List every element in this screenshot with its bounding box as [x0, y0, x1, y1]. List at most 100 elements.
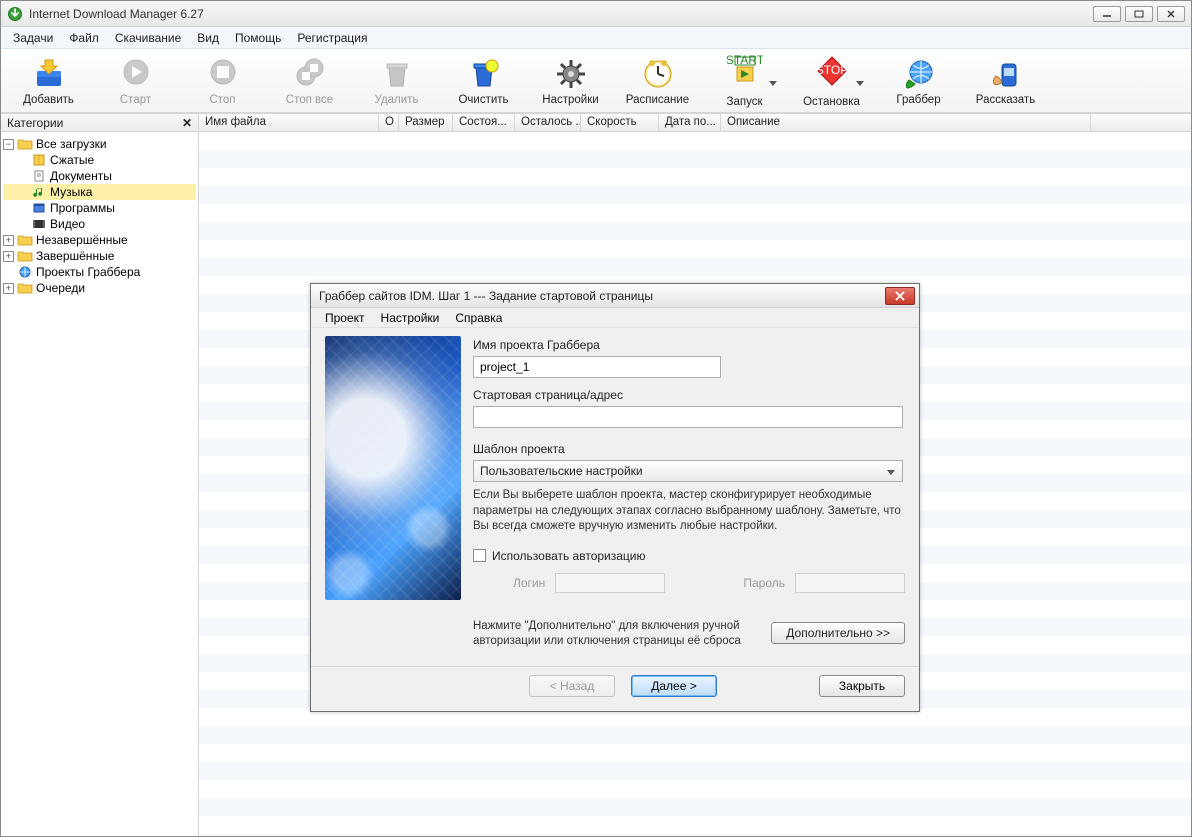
- template-combo-value: Пользовательские настройки: [480, 464, 643, 478]
- archive-icon: [31, 153, 47, 167]
- column-header[interactable]: Дата по...: [659, 114, 721, 131]
- app-icon: [31, 201, 47, 215]
- start-page-input[interactable]: [473, 406, 903, 428]
- toolbar-label: Граббер: [896, 94, 940, 106]
- folder-open-icon: [17, 137, 33, 151]
- column-header[interactable]: Размер: [399, 114, 453, 131]
- tree-label: Проекты Граббера: [36, 265, 140, 279]
- menu-registration[interactable]: Регистрация: [289, 28, 375, 48]
- template-combo[interactable]: Пользовательские настройки: [473, 460, 903, 482]
- video-icon: [31, 217, 47, 231]
- template-help-text: Если Вы выберете шаблон проекта, мастер …: [473, 488, 905, 535]
- menu-download[interactable]: Скачивание: [107, 28, 189, 48]
- tree-toggle-icon[interactable]: −: [3, 139, 14, 150]
- tree-node-queues[interactable]: +Очереди: [3, 280, 196, 296]
- menu-tasks[interactable]: Задачи: [5, 28, 61, 48]
- folder-closed-icon: [17, 233, 33, 247]
- tree-toggle-icon[interactable]: +: [3, 251, 14, 262]
- label-project-name: Имя проекта Граббера: [473, 338, 905, 352]
- globe-icon: [17, 265, 33, 279]
- dialog-menubar: Проект Настройки Справка: [311, 308, 919, 328]
- use-auth-checkbox[interactable]: [473, 549, 486, 562]
- run-icon: START: [727, 53, 763, 89]
- column-header[interactable]: Описание: [721, 114, 1091, 131]
- maximize-button[interactable]: [1125, 6, 1153, 22]
- tree-toggle-icon[interactable]: +: [3, 235, 14, 246]
- column-header[interactable]: Имя файла: [199, 114, 379, 131]
- toolbar-label: Удалить: [375, 94, 419, 106]
- sidebar-close-icon[interactable]: ✕: [182, 116, 192, 130]
- toolbar-label: Рассказать: [976, 94, 1035, 106]
- tree-label: Видео: [50, 217, 85, 231]
- chevron-down-icon: [884, 464, 898, 478]
- toolbar-settings-button[interactable]: Настройки: [533, 56, 608, 106]
- toolbar-tell-button[interactable]: Рассказать: [968, 56, 1043, 106]
- close-button[interactable]: [1157, 6, 1185, 22]
- tree-label: Сжатые: [50, 153, 94, 167]
- tree-label: Программы: [50, 201, 115, 215]
- sidebar-header: Категории ✕: [1, 114, 198, 132]
- app-icon: [7, 6, 23, 22]
- tree-node-music[interactable]: Музыка: [3, 184, 196, 200]
- menu-help[interactable]: Помощь: [227, 28, 289, 48]
- minimize-button[interactable]: [1093, 6, 1121, 22]
- column-header[interactable]: Осталось ...: [515, 114, 581, 131]
- start-icon: [118, 56, 154, 92]
- menu-view[interactable]: Вид: [189, 28, 227, 48]
- toolbar-label: Стоп все: [286, 94, 333, 106]
- grabber-wizard-dialog: Граббер сайтов IDM. Шаг 1 --- Задание ст…: [310, 283, 920, 712]
- dialog-menu-project[interactable]: Проект: [317, 309, 373, 327]
- sidebar-title: Категории: [7, 116, 63, 130]
- toolbar-add-button[interactable]: Добавить: [11, 56, 86, 106]
- toolbar: ДобавитьСтартСтопСтоп всеУдалитьОчистить…: [1, 49, 1191, 113]
- toolbar-clear-button[interactable]: Очистить: [446, 56, 521, 106]
- toolbar-run-button[interactable]: START Запуск: [707, 53, 782, 108]
- grabber-icon: [901, 56, 937, 92]
- label-template: Шаблон проекта: [473, 442, 905, 456]
- app-title: Internet Download Manager 6.27: [29, 7, 1093, 21]
- tree-node-grabproj[interactable]: Проекты Граббера: [3, 264, 196, 280]
- tree-label: Завершённые: [36, 249, 114, 263]
- tree-label: Все загрузки: [36, 137, 107, 151]
- label-start-page: Стартовая страница/адрес: [473, 388, 905, 402]
- tree-node-docs[interactable]: Документы: [3, 168, 196, 184]
- toolbar-stopq-button[interactable]: STOPОстановка: [794, 53, 869, 108]
- dialog-form: Имя проекта Граббера Стартовая страница/…: [473, 336, 905, 650]
- tree-node-comp[interactable]: Сжатые: [3, 152, 196, 168]
- clear-icon: [466, 56, 502, 92]
- tree-node-complete[interactable]: + Завершённые: [3, 248, 196, 264]
- toolbar-stopall-button: Стоп все: [272, 56, 347, 106]
- grid-header: Имя файлаОРазмерСостоя...Осталось ...Ско…: [199, 114, 1191, 132]
- column-header[interactable]: Состоя...: [453, 114, 515, 131]
- menu-file[interactable]: Файл: [61, 28, 107, 48]
- advanced-button[interactable]: Дополнительно >>: [771, 622, 905, 644]
- dialog-menu-help[interactable]: Справка: [447, 309, 510, 327]
- tree-node-video[interactable]: Видео: [3, 216, 196, 232]
- svg-text:STOP: STOP: [815, 63, 847, 77]
- column-header[interactable]: Скорость: [581, 114, 659, 131]
- toolbar-label: Запуск: [727, 96, 763, 108]
- stop-icon: [205, 56, 241, 92]
- toolbar-grabber-button[interactable]: Граббер: [881, 56, 956, 106]
- tree-label: Незавершённые: [36, 233, 128, 247]
- tree-label: Музыка: [50, 185, 92, 199]
- login-label: Логин: [513, 576, 545, 590]
- stopq-icon: STOP: [814, 53, 850, 89]
- dialog-separator: [311, 666, 919, 667]
- tell-icon: [988, 56, 1024, 92]
- project-name-input[interactable]: [473, 356, 721, 378]
- toolbar-schedule-button[interactable]: Расписание: [620, 56, 695, 106]
- delete-icon: [379, 56, 415, 92]
- dialog-menu-settings[interactable]: Настройки: [373, 309, 448, 327]
- tree-node-incomplete[interactable]: + Незавершённые: [3, 232, 196, 248]
- tree-node-prog[interactable]: Программы: [3, 200, 196, 216]
- toolbar-label: Настройки: [542, 94, 598, 106]
- dialog-close-button[interactable]: [885, 287, 915, 305]
- stopall-icon: [292, 56, 328, 92]
- tree-node-all[interactable]: − Все загрузки: [3, 136, 196, 152]
- close-dialog-button[interactable]: Закрыть: [819, 675, 905, 697]
- next-button[interactable]: Далее >: [631, 675, 717, 697]
- music-icon: [31, 185, 47, 199]
- column-header[interactable]: О: [379, 114, 399, 131]
- tree-toggle-icon[interactable]: +: [3, 283, 14, 294]
